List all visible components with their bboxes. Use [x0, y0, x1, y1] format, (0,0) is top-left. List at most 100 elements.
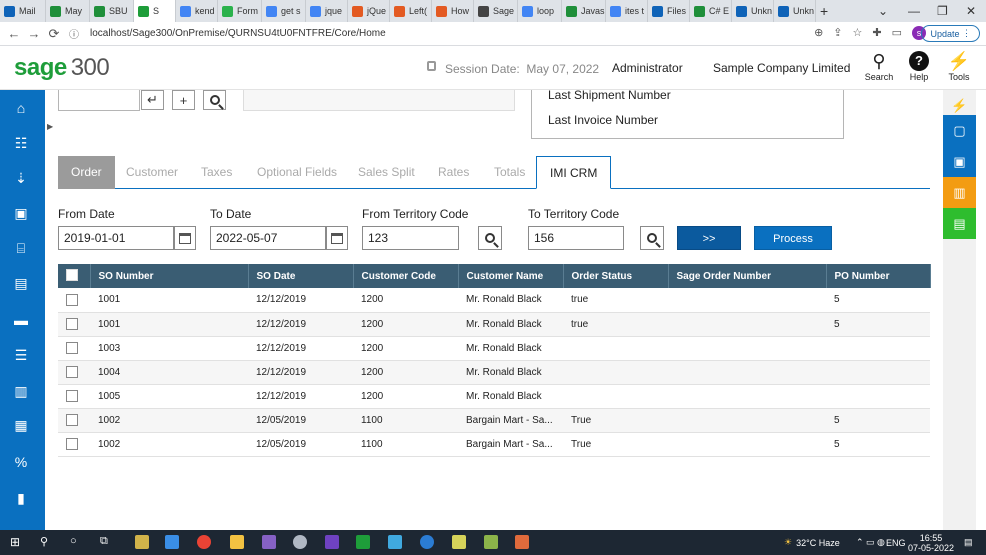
clock[interactable]: 16:55 07-05-2022 [908, 530, 954, 555]
tab-optional-fields[interactable]: Optional Fields [244, 156, 350, 189]
table-row[interactable]: 1001 12/12/2019 1200 Mr. Ronald Black true 5 [58, 312, 930, 337]
table-row[interactable]: 1002 12/05/2019 1100 Bargain Mart - Sa... Tr… [58, 432, 930, 457]
reload-icon[interactable]: ⟳ [44, 26, 64, 42]
sage-icon[interactable] [356, 535, 370, 549]
tab-sales-split[interactable]: Sales Split [345, 156, 428, 189]
back-icon[interactable]: ← [4, 26, 24, 41]
tray-icons[interactable]: ⌃ ▭ ◍ [856, 530, 885, 555]
browser-tab[interactable]: S [134, 0, 176, 22]
export-document-icon[interactable]: ▤ [943, 208, 976, 239]
browser-tab[interactable]: ites t [606, 0, 648, 22]
browser-tab[interactable]: Unkn [774, 0, 816, 22]
browser-tab[interactable]: Left( [390, 0, 432, 22]
tab-search-icon[interactable]: ⌄ [878, 0, 888, 22]
browser-tab[interactable]: kend [176, 0, 218, 22]
receivables-icon[interactable]: ⇣ [12, 170, 30, 186]
row-checkbox[interactable] [66, 366, 78, 378]
row-select-cell[interactable] [58, 432, 90, 457]
tab-taxes[interactable]: Taxes [188, 156, 245, 189]
home-icon[interactable]: ⌂ [12, 100, 30, 116]
minimize-icon[interactable]: — [908, 0, 920, 22]
app-icon-3[interactable] [293, 535, 307, 549]
row-select-cell[interactable] [58, 408, 90, 433]
screen-settings-icon[interactable]: ▣ [943, 146, 976, 177]
chrome-icon[interactable] [197, 535, 211, 549]
forward-icon[interactable]: → [24, 26, 44, 41]
to-date-input[interactable]: 2022-05-07 [210, 226, 326, 250]
row-select-cell[interactable] [58, 384, 90, 409]
update-button[interactable]: Update ⋮ [921, 25, 980, 42]
browser-tab[interactable]: SBU [90, 0, 134, 22]
tab-customer[interactable]: Customer [113, 156, 191, 189]
file-explorer-icon[interactable] [230, 535, 244, 549]
col-customer-name[interactable]: Customer Name [458, 264, 564, 288]
notification-icon[interactable]: ▤ [964, 530, 973, 555]
company-name[interactable]: Sample Company Limited [713, 61, 850, 75]
browser-tab[interactable]: May [46, 0, 90, 22]
col-sage-order-number[interactable]: Sage Order Number [668, 264, 827, 288]
table-row[interactable]: 1004 12/12/2019 1200 Mr. Ronald Black [58, 360, 930, 385]
ledger-icon[interactable]: ☷ [12, 135, 30, 151]
col-customer-code[interactable]: Customer Code [353, 264, 459, 288]
bank-icon[interactable]: ⌸ [12, 240, 30, 256]
browser-tab[interactable]: jQue [348, 0, 390, 22]
row-checkbox[interactable] [66, 414, 78, 426]
table-row[interactable]: 1002 12/05/2019 1100 Bargain Mart - Sa... Tr… [58, 408, 930, 433]
user-name[interactable]: Administrator [612, 61, 683, 75]
browser-tab[interactable]: Javas [562, 0, 606, 22]
tab-order[interactable]: Order [58, 156, 115, 189]
row-checkbox[interactable] [66, 342, 78, 354]
extensions-icon[interactable]: ✚ [872, 26, 881, 40]
new-tab-icon[interactable]: + [816, 0, 832, 22]
bag-icon[interactable]: ▣ [12, 205, 30, 221]
task-view-icon[interactable]: ⧉ [100, 535, 114, 549]
share-icon[interactable]: ⇪ [833, 26, 842, 40]
row-select-cell[interactable] [58, 336, 90, 361]
folder-icon[interactable]: ▬ [12, 312, 30, 328]
app-icon-8[interactable] [515, 535, 529, 549]
reports-icon[interactable]: ▮ [12, 490, 30, 506]
sidebar-expand-icon[interactable]: ▶ [47, 122, 53, 131]
zoom-icon[interactable]: ⊕ [814, 26, 823, 40]
browser-tab[interactable]: Sage [474, 0, 518, 22]
to-territory-finder[interactable] [640, 226, 664, 250]
weather-widget[interactable]: ☀ 32°C Haze [784, 530, 840, 555]
visual-studio-icon[interactable] [262, 535, 276, 549]
table-row[interactable]: 1003 12/12/2019 1200 Mr. Ronald Black [58, 336, 930, 361]
from-date-calendar-button[interactable] [174, 226, 196, 250]
next-button[interactable]: >> [677, 226, 741, 250]
browser-tab[interactable]: C# E [690, 0, 732, 22]
from-territory-finder[interactable] [478, 226, 502, 250]
enter-icon[interactable]: ↵ [141, 90, 164, 110]
col-po-number[interactable]: PO Number [826, 264, 931, 288]
briefcase-icon[interactable]: ▤ [12, 275, 30, 291]
table-row[interactable]: 1005 12/12/2019 1200 Mr. Ronald Black [58, 384, 930, 409]
search-button[interactable]: ⚲ Search [861, 50, 897, 82]
app-icon-5[interactable] [420, 535, 434, 549]
description-field[interactable] [243, 90, 515, 111]
orders-icon[interactable]: ▦ [12, 417, 30, 433]
document-icon[interactable]: ▥ [12, 383, 30, 399]
process-button[interactable]: Process [754, 226, 832, 250]
app-icon-7[interactable] [484, 535, 498, 549]
app-icon-1[interactable] [135, 535, 149, 549]
app-icon-4[interactable] [388, 535, 402, 549]
help-button[interactable]: ? Help [901, 50, 937, 82]
tab-rates[interactable]: Rates [425, 156, 482, 189]
row-select-cell[interactable] [58, 312, 90, 337]
restore-icon[interactable]: ❐ [937, 0, 948, 22]
select-all-checkbox[interactable] [66, 268, 78, 281]
browser-tab[interactable]: jque [306, 0, 348, 22]
to-territory-input[interactable]: 156 [528, 226, 624, 250]
url-input[interactable]: localhost/Sage300/OnPremise/QURNSU4tU0FN… [90, 28, 386, 39]
windows-start-icon[interactable]: ⊞ [10, 535, 24, 549]
row-select-cell[interactable] [58, 288, 90, 313]
select-all-cell[interactable] [58, 264, 91, 288]
tab-totals[interactable]: Totals [481, 156, 538, 189]
row-checkbox[interactable] [66, 293, 78, 306]
report-chart-icon[interactable]: ▥ [943, 177, 976, 208]
browser-tab[interactable]: get s [262, 0, 306, 22]
window-icon[interactable]: ▢ [943, 115, 976, 146]
finder-button[interactable] [203, 90, 226, 110]
row-checkbox[interactable] [66, 318, 78, 330]
